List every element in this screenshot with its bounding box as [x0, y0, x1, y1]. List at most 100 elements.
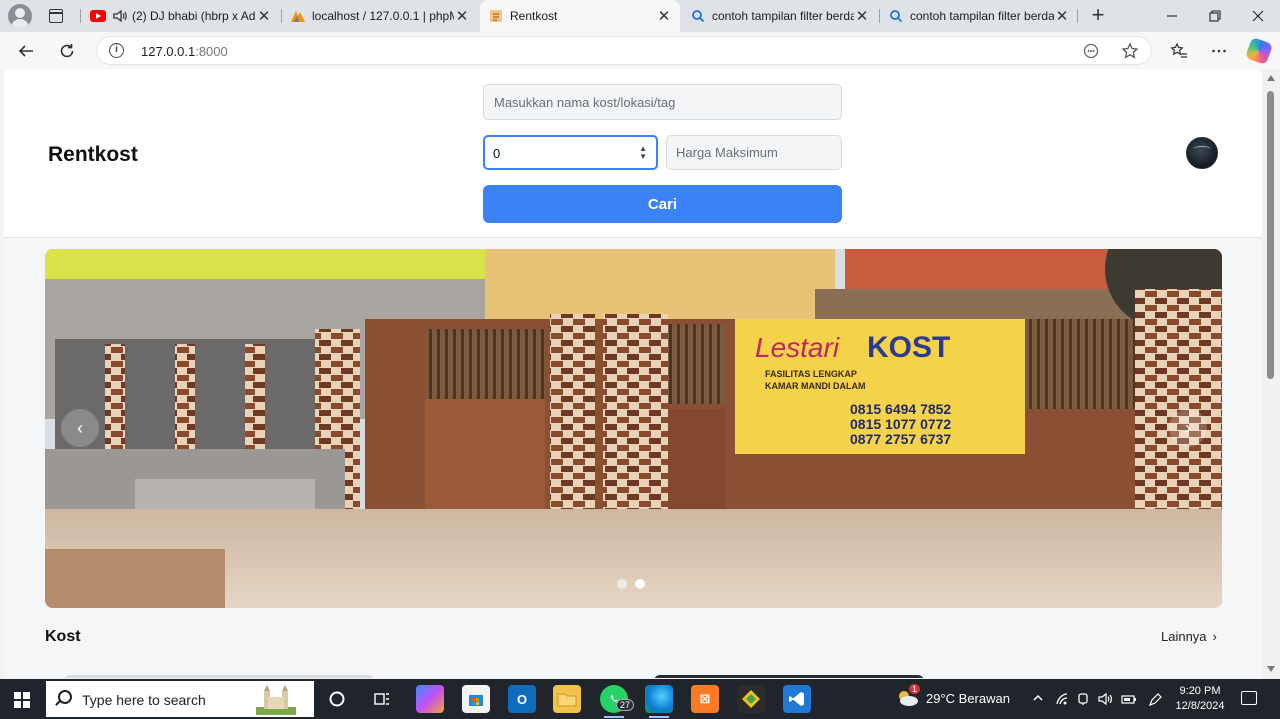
profile-avatar-icon[interactable]: [8, 4, 32, 28]
scroll-thumb[interactable]: [1267, 91, 1274, 379]
carousel-dot-1[interactable]: [617, 579, 627, 589]
whatsapp-unread-badge: 27: [616, 699, 635, 711]
pen-icon[interactable]: [1147, 692, 1163, 711]
search-highlight-icon: [256, 685, 296, 715]
taskbar-search-placeholder: Type here to search: [82, 692, 206, 708]
file-explorer-icon[interactable]: [553, 685, 581, 713]
page-scrollbar[interactable]: [1262, 69, 1280, 678]
git-tool-icon[interactable]: [737, 685, 765, 713]
close-window-button[interactable]: [1236, 0, 1280, 32]
tab-title: contoh tampilan filter berda: [712, 9, 854, 23]
taskbar-search-box[interactable]: Type here to search: [46, 681, 314, 717]
close-tab-icon[interactable]: ✕: [1054, 7, 1070, 25]
search-button[interactable]: Cari: [483, 185, 842, 223]
meet-now-icon[interactable]: [1076, 692, 1090, 709]
url-host: 127.0.0.1: [141, 44, 196, 59]
close-tab-icon[interactable]: ✕: [454, 7, 470, 25]
user-avatar[interactable]: [1186, 137, 1218, 169]
browser-tab-strip: (2) DJ bhabi (hbrp x Adr ✕ localhost / 1…: [0, 0, 1280, 32]
outlook-icon[interactable]: O: [508, 685, 536, 713]
carousel-next-button[interactable]: ›: [1169, 409, 1207, 447]
carousel-prev-button[interactable]: ‹: [61, 409, 99, 447]
section-title-kost: Kost: [45, 628, 81, 645]
min-price-input[interactable]: 0 ▲ ▼: [483, 135, 658, 170]
reading-view-icon[interactable]: [1082, 42, 1100, 60]
weather-icon[interactable]: 1: [895, 684, 921, 711]
tab-youtube[interactable]: (2) DJ bhabi (hbrp x Adr ✕: [82, 0, 280, 32]
whatsapp-icon[interactable]: 27: [600, 685, 635, 718]
copilot-taskbar-icon[interactable]: [416, 685, 444, 713]
banner-phone-1: 0815 6494 7852: [850, 401, 951, 417]
search-icon: [888, 8, 904, 24]
kost-card[interactable]: [64, 675, 374, 678]
clock-date: 12/8/2024: [1175, 700, 1225, 712]
cortana-icon[interactable]: [323, 685, 351, 713]
windows-start-icon[interactable]: [14, 692, 30, 708]
system-clock[interactable]: 9:20 PM 12/8/2024: [1170, 684, 1230, 714]
xampp-icon[interactable]: ⊠: [691, 685, 719, 713]
site-info-icon[interactable]: i: [109, 43, 124, 58]
weather-alert-badge: 1: [909, 684, 921, 694]
chevron-right-icon: ›: [1212, 629, 1217, 644]
chevron-up-icon[interactable]: [1032, 692, 1044, 707]
search-icon: [690, 8, 706, 24]
weather-text[interactable]: 29°C Berawan: [926, 691, 1010, 706]
max-price-input[interactable]: [666, 135, 842, 170]
tab-title: localhost / 127.0.0.1 | phpMy: [312, 9, 454, 23]
edge-browser-icon[interactable]: [645, 685, 673, 718]
restore-button[interactable]: [1193, 0, 1237, 32]
tab-search-1[interactable]: contoh tampilan filter berda ✕: [682, 0, 878, 32]
refresh-button[interactable]: [54, 38, 80, 64]
address-bar[interactable]: i 127.0.0.1:8000: [96, 36, 1152, 65]
tab-separator: [1077, 9, 1078, 23]
tab-title: contoh tampilan filter berda: [910, 9, 1054, 23]
banner-feature-2: KAMAR MANDI DALAM: [765, 381, 866, 391]
tab-rentkost[interactable]: Rentkost ✕: [480, 0, 680, 32]
phpmyadmin-icon: [290, 8, 306, 24]
vscode-icon[interactable]: [783, 685, 811, 713]
youtube-icon: [90, 8, 106, 24]
more-link-label: Lainnya: [1161, 629, 1207, 644]
tab-actions-menu-icon[interactable]: [46, 6, 66, 26]
url-port: :8000: [195, 44, 228, 59]
scroll-down-icon[interactable]: [1267, 666, 1275, 672]
new-tab-button[interactable]: +: [1088, 4, 1108, 28]
address-url: 127.0.0.1:8000: [141, 44, 228, 59]
favorites-icon[interactable]: [1166, 38, 1192, 64]
minimize-button[interactable]: [1150, 0, 1194, 32]
volume-icon[interactable]: [1098, 692, 1114, 709]
page-icon: [488, 8, 504, 24]
page-viewport: Rentkost 0 ▲▼ Cari: [4, 69, 1262, 678]
carousel-dot-2[interactable]: [635, 579, 645, 589]
min-price-value: 0: [493, 146, 501, 161]
search-input[interactable]: [483, 84, 842, 120]
wifi-icon[interactable]: [1055, 692, 1069, 709]
brand-logo-text[interactable]: Rentkost: [48, 143, 138, 167]
browser-toolbar: i 127.0.0.1:8000: [0, 32, 1280, 69]
battery-icon[interactable]: [1121, 692, 1137, 709]
task-view-icon[interactable]: [368, 685, 396, 713]
site-header: Rentkost 0 ▲▼ Cari: [4, 69, 1262, 238]
tab-title: Rentkost: [510, 9, 558, 23]
banner-brand-a: Lestari: [755, 332, 840, 363]
close-tab-icon[interactable]: ✕: [854, 7, 870, 25]
scroll-up-icon[interactable]: [1267, 75, 1275, 81]
number-spinner-icon[interactable]: ▲ ▼: [639, 145, 647, 161]
more-link[interactable]: Lainnya ›: [1161, 629, 1217, 644]
notification-center-icon[interactable]: [1241, 691, 1257, 705]
close-tab-icon[interactable]: ✕: [256, 7, 272, 25]
banner-phone-2: 0815 1077 0772: [850, 416, 951, 432]
settings-menu-icon[interactable]: [1206, 38, 1232, 64]
tab-search-2[interactable]: contoh tampilan filter berda ✕: [880, 0, 1078, 32]
back-button[interactable]: [13, 38, 39, 64]
hero-carousel: Lestari KOST FASILITAS LENGKAP KAMAR MAN…: [45, 249, 1222, 608]
kost-card[interactable]: [654, 675, 924, 678]
close-tab-icon[interactable]: ✕: [656, 7, 672, 25]
search-icon: [58, 690, 72, 704]
favorite-star-icon[interactable]: [1121, 42, 1139, 60]
carousel-slide-image: Lestari KOST FASILITAS LENGKAP KAMAR MAN…: [45, 249, 1222, 608]
speaker-icon[interactable]: [112, 8, 128, 24]
tab-phpmyadmin[interactable]: localhost / 127.0.0.1 | phpMy ✕: [282, 0, 478, 32]
store-icon[interactable]: [462, 685, 490, 713]
tab-title: (2) DJ bhabi (hbrp x Adr: [132, 9, 256, 23]
